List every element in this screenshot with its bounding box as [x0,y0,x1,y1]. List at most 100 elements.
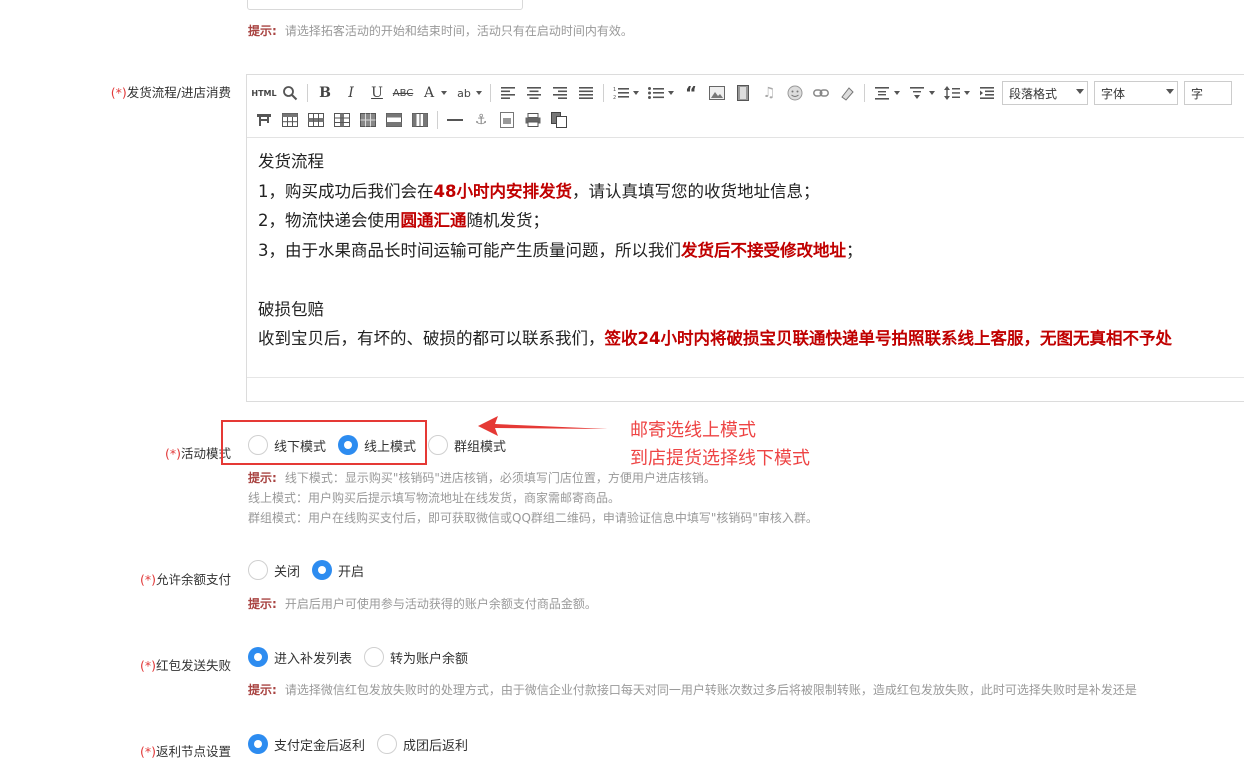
chevron-down-icon[interactable] [633,91,639,95]
unordered-list-icon[interactable] [645,82,667,104]
radio-label: 成团后返利 [403,738,469,754]
svg-text:2: 2 [613,95,616,100]
merge-cells-icon[interactable] [357,109,379,131]
shipping-label: (*)发货流程/进店消费 [31,82,231,101]
radio-circle[interactable] [377,734,398,754]
music-icon[interactable]: ♫ [758,82,780,104]
hint-label: 提示: [248,683,277,697]
activity-mode-hint-3: 群组模式：用户在线购买支付后，即可获取微信或QQ群组二维码，申请验证信息中填写"… [248,511,818,525]
radio-label: 转为账户余额 [390,651,469,667]
content-line-2: 2，物流快递会使用圆通汇通随机发货； [258,206,1172,236]
rich-text-editor: HTML B I U ABC A ab 12 “ ♫ 段落格式 字体 字 ⚓ 发… [246,74,1244,402]
content-text: 1，购买成功后我们会在 [258,181,434,201]
html-source-icon[interactable]: HTML [251,82,276,104]
content-heading-shipping: 发货流程 [258,152,324,171]
chevron-down-icon[interactable] [476,91,482,95]
radio-balance-on[interactable]: 开启 [312,560,364,580]
radio-circle[interactable] [312,560,333,580]
radio-circle[interactable] [364,647,385,667]
radio-label: 开启 [338,564,365,580]
hint-label: 提示: [248,471,277,485]
balance-pay-hint: 提示: 开启后用户可使用参与活动获得的账户余额支付商品金额。 [248,595,597,612]
content-blank-line [258,265,1172,295]
chevron-down-icon[interactable] [964,91,970,95]
delete-column-icon[interactable] [409,109,431,131]
annotation-text-online: 邮寄选线上模式 [630,420,756,441]
paragraph-format-value: 段落格式 [1009,86,1058,101]
ordered-list-icon[interactable]: 12 [610,82,632,104]
chevron-down-icon [1076,89,1084,94]
strikethrough-icon[interactable]: ABC [392,82,414,104]
chevron-down-icon[interactable] [929,91,935,95]
radio-label: 关闭 [274,564,301,580]
indent-icon[interactable] [976,82,998,104]
chevron-down-icon[interactable] [668,91,674,95]
date-range-input[interactable] [247,0,523,10]
content-text: 3，由于水果商品长时间运输可能产生质量问题，所以我们 [258,240,681,260]
radio-rebate-after-group[interactable]: 成团后返利 [377,734,468,754]
content-text: 随机发货； [466,211,550,230]
font-color-icon[interactable]: A [418,82,440,104]
red-packet-hint: 提示: 请选择微信红包发放失败时的处理方式，由于微信企业付款接口每天对同一用户转账… [248,681,1244,698]
radio-balance-off[interactable]: 关闭 [248,560,300,580]
toolbar-divider [437,111,438,129]
preview-icon[interactable] [548,109,570,131]
required-mark: (*) [110,85,127,100]
toolbar-row-2: ⚓ [253,107,574,133]
content-highlight: 48小时内安排发货 [433,181,572,201]
radio-circle[interactable] [248,647,268,667]
eraser-icon[interactable] [836,82,858,104]
hint-text: 请选择微信红包发放失败时的处理方式，由于微信企业付款接口每天对同一用户转账次数过… [284,683,1137,697]
line-height-icon[interactable] [941,82,963,104]
content-heading-damage: 破损包赔 [258,299,324,319]
radio-circle[interactable] [428,435,449,455]
blockquote-icon[interactable]: “ [680,82,702,104]
bold-icon[interactable]: B [314,82,336,104]
radio-group-mode[interactable]: 群组模式 [428,435,506,455]
font-size-select[interactable]: 字 [1184,81,1232,105]
editor-content[interactable]: 发货流程 1，购买成功后我们会在48小时内安排发货，请认真填写您的收货地址信息；… [258,147,1172,354]
radio-circle[interactable] [248,734,268,754]
link-icon[interactable] [810,82,832,104]
table-merge-icon[interactable] [253,109,275,131]
video-icon[interactable] [732,82,754,104]
font-family-select[interactable]: 字体 [1094,81,1178,105]
highlight-color-icon[interactable]: ab [453,82,475,104]
image-icon[interactable] [706,82,728,104]
insert-column-icon[interactable] [331,109,353,131]
hint-text: 线下模式：显示购买"核销码"进店核销，必须填写门店位置，方便用户进店核销。 [284,471,716,485]
radio-rebate-after-deposit[interactable]: 支付定金后返利 [248,734,365,754]
radio-reissue-list[interactable]: 进入补发列表 [248,647,352,667]
row-spacing-top-icon[interactable] [871,82,893,104]
italic-icon[interactable]: I [340,82,362,104]
balance-pay-radio-group: 关闭 开启 [248,558,376,582]
chevron-down-icon[interactable] [441,91,447,95]
svg-text:1: 1 [613,87,616,93]
chevron-down-icon [1166,89,1174,94]
align-right-icon[interactable] [549,82,571,104]
annotation-arrow-icon [478,416,608,436]
red-packet-radio-group: 进入补发列表 转为账户余额 [248,645,480,669]
hint-label: 提示: [248,597,277,611]
insert-row-icon[interactable] [305,109,327,131]
radio-circle[interactable] [248,560,268,580]
align-left-icon[interactable] [497,82,519,104]
insert-table-icon[interactable] [279,109,301,131]
search-replace-icon[interactable] [279,82,301,104]
insert-file-icon[interactable] [496,109,518,131]
print-icon[interactable] [522,109,544,131]
horizontal-rule-icon[interactable] [444,109,466,131]
activity-mode-label: (*)活动模式 [31,443,231,462]
align-center-icon[interactable] [523,82,545,104]
paragraph-format-select[interactable]: 段落格式 [1002,81,1088,105]
row-spacing-bottom-icon[interactable] [906,82,928,104]
align-justify-icon[interactable] [575,82,597,104]
underline-icon[interactable]: U [366,82,388,104]
delete-row-icon[interactable] [383,109,405,131]
anchor-icon[interactable]: ⚓ [470,109,492,131]
emoji-icon[interactable] [784,82,806,104]
editor-toolbar: HTML B I U ABC A ab 12 “ ♫ 段落格式 字体 字 ⚓ [247,75,1244,138]
chevron-down-icon[interactable] [894,91,900,95]
required-mark: (*) [139,658,156,673]
radio-to-balance[interactable]: 转为账户余额 [364,647,468,667]
